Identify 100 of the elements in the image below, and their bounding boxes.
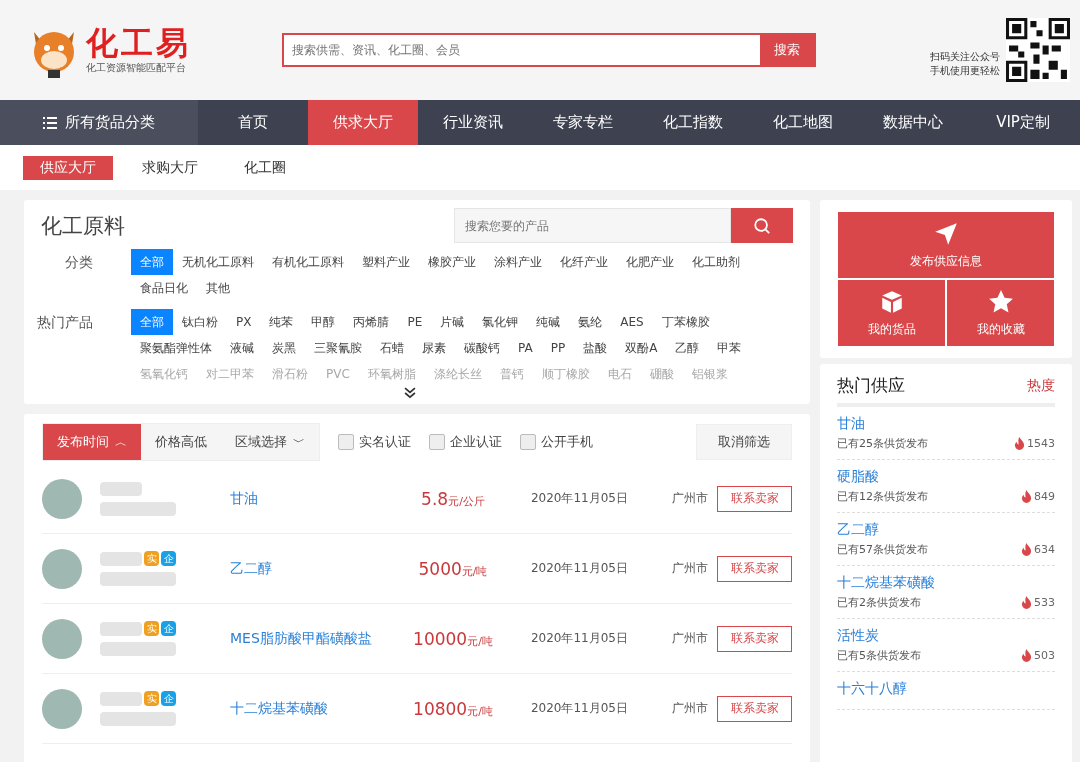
heat-value: 1543 (1027, 437, 1055, 450)
section-title: 热门供应 (837, 374, 905, 397)
filter-option[interactable]: 甲醇 (302, 309, 345, 335)
flame-icon (1021, 490, 1032, 503)
filter-option[interactable]: 碳酸钙 (455, 335, 509, 361)
flame-icon (1014, 437, 1025, 450)
contact-seller-button[interactable]: 联系卖家 (717, 625, 792, 652)
heat-value: 849 (1034, 490, 1055, 503)
filter-option[interactable]: 尿素 (413, 335, 455, 361)
contact-seller-button[interactable]: 联系卖家 (717, 485, 792, 512)
filter-option[interactable]: 全部 (131, 309, 173, 335)
product-link[interactable]: MES脂肪酸甲酯磺酸盐 (230, 629, 398, 648)
search-button[interactable] (731, 208, 793, 243)
product-link[interactable]: 乙二醇 (230, 559, 398, 578)
price: 10000元/吨 (412, 628, 494, 649)
filter-option[interactable]: 纯苯 (260, 309, 303, 335)
filter-option[interactable]: 全部 (131, 249, 173, 275)
filter-option[interactable]: 聚氨酯弹性体 (131, 335, 221, 361)
filter-option[interactable]: AES (611, 309, 653, 335)
filter-option[interactable]: 丙烯腈 (344, 309, 399, 335)
filter-option[interactable]: 甲苯 (708, 335, 751, 361)
date: 2020年11月05日 (529, 700, 628, 717)
filter-option[interactable]: 氯化钾 (473, 309, 528, 335)
filter-option[interactable]: 塑料产业 (353, 249, 419, 275)
filter-option[interactable]: 氨纶 (569, 309, 612, 335)
filter-option[interactable]: PX (227, 309, 261, 335)
sort-button[interactable]: 价格高低 (141, 424, 221, 460)
product-search-field[interactable]: 搜索您要的产品 (454, 208, 731, 243)
supply-count: 已有5条供货发布 (837, 648, 921, 663)
send-icon (933, 220, 959, 247)
caret-icon: ﹀ (293, 436, 305, 448)
filter-option[interactable]: 其他 (197, 275, 239, 301)
blurred-name (100, 691, 142, 706)
sub-tab[interactable]: 供应大厅 (23, 155, 113, 180)
supply-count: 已有57条供货发布 (837, 542, 928, 557)
product-link[interactable]: 甘油 (230, 489, 398, 508)
filter-option[interactable]: 盐酸 (574, 335, 617, 361)
all-categories-menu[interactable]: 所有货品分类 (0, 100, 198, 145)
sort-label[interactable]: 热度 (1027, 376, 1055, 395)
filter-option[interactable]: 钛白粉 (173, 309, 227, 335)
filter-option[interactable]: 化工助剂 (683, 249, 749, 275)
product-link[interactable]: 甘油 (837, 415, 1055, 433)
filter-option[interactable]: 无机化工原料 (173, 249, 263, 275)
filter-option[interactable]: 化肥产业 (617, 249, 683, 275)
flame-icon (1021, 596, 1032, 609)
checkbox[interactable] (520, 434, 536, 450)
filter-option[interactable]: PE (398, 309, 432, 335)
price: 5000元/吨 (417, 558, 489, 579)
filter-option[interactable]: PA (509, 335, 542, 361)
action-tile[interactable]: 我的收藏 (947, 280, 1054, 346)
price: 10800元/吨 (412, 698, 494, 719)
filter-option[interactable]: 纯碱 (527, 309, 570, 335)
filter-option[interactable]: 石蜡 (371, 335, 413, 361)
blurred-name (100, 621, 142, 636)
avatar (42, 548, 82, 589)
product-link[interactable]: 十二烷基苯磺酸 (230, 699, 398, 718)
filter-option[interactable]: 乙醇 (666, 335, 709, 361)
blurred-name (100, 551, 142, 566)
product-link[interactable]: 乙二醇 (837, 521, 1055, 539)
filter-option[interactable]: 涂料产业 (485, 249, 551, 275)
sort-button[interactable]: 区域选择 ﹀ (221, 424, 319, 460)
filter-option[interactable]: 炭黑 (263, 335, 305, 361)
checkbox-label: 公开手机 (541, 433, 593, 451)
search-icon (753, 216, 771, 235)
product-link[interactable]: 活性炭 (837, 627, 1055, 645)
star-icon (987, 288, 1014, 315)
filter-option[interactable]: 橡胶产业 (419, 249, 485, 275)
filter-option[interactable]: 食品日化 (131, 275, 197, 301)
contact-seller-button[interactable]: 联系卖家 (717, 695, 792, 722)
filter-option[interactable]: 双酚A (616, 335, 667, 361)
filter-option[interactable]: 三聚氰胺 (305, 335, 371, 361)
action-tile[interactable]: 我的货品 (838, 280, 945, 346)
filter-option[interactable]: 有机化工原料 (263, 249, 353, 275)
product-link[interactable]: 十二烷基苯磺酸 (837, 574, 1055, 592)
filter-option[interactable]: 丁苯橡胶 (652, 309, 719, 335)
product-link[interactable]: 十六十八醇 (837, 680, 1055, 698)
filter-option[interactable]: 片碱 (431, 309, 474, 335)
filter-option[interactable]: 化纤产业 (551, 249, 617, 275)
nav-tab[interactable]: 供求大厅 (308, 100, 418, 145)
sub-tab[interactable]: 化工圈 (227, 155, 303, 180)
checkbox[interactable] (338, 434, 354, 450)
qr-code-icon (1006, 18, 1070, 82)
sub-tab[interactable]: 求购大厅 (125, 155, 215, 180)
expand-icon[interactable] (403, 386, 417, 400)
heat-value: 634 (1034, 543, 1055, 556)
action-tile[interactable]: 发布供应信息 (838, 212, 1054, 278)
heat-value: 533 (1034, 596, 1055, 609)
filter-option[interactable]: 液碱 (221, 335, 263, 361)
verification-badge: 实 (144, 691, 159, 706)
product-link[interactable]: 硬脂酸 (837, 468, 1055, 486)
filter-label: 分类 (64, 253, 94, 272)
price: 5.8元/公斤 (420, 488, 486, 509)
filter-option[interactable]: PP (541, 335, 575, 361)
contact-seller-button[interactable]: 联系卖家 (717, 555, 792, 582)
checkbox[interactable] (429, 434, 445, 450)
qr-caption: 扫码关注公众号 (930, 50, 1000, 64)
sort-button[interactable]: 发布时间 ︿ (43, 424, 141, 460)
verification-badge: 企 (161, 691, 176, 706)
city: 广州市 (671, 630, 708, 647)
reset-filter-button[interactable]: 取消筛选 (696, 424, 792, 460)
